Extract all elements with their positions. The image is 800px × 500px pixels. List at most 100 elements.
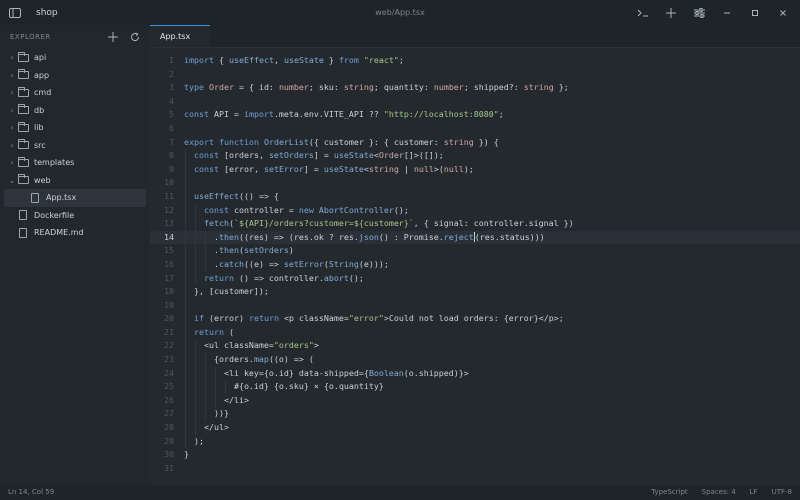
code-line[interactable]: 11 useEffect(() => {	[150, 189, 800, 204]
code-line[interactable]: 26 </li>	[150, 393, 800, 408]
line-number: 5	[169, 109, 174, 120]
line-number: 7	[169, 136, 174, 147]
tree-item-label: src	[34, 140, 46, 150]
line-number: 8	[169, 150, 174, 161]
cursor-position[interactable]: Ln 14, Col 59	[8, 485, 54, 500]
code-line[interactable]: 31	[150, 462, 800, 476]
code-line[interactable]: 14 .then((res) => (res.ok ? res.json() :…	[150, 230, 800, 245]
tree-item-label: README.md	[34, 228, 84, 238]
code-line[interactable]: 4	[150, 95, 800, 109]
code-line[interactable]: 2	[150, 68, 800, 82]
line-text: fetch(`${API}/orders?customer=${customer…	[184, 217, 574, 231]
project-name: shop	[36, 7, 58, 18]
plus-icon[interactable]	[664, 6, 678, 20]
code-line[interactable]: 6	[150, 122, 800, 136]
explorer-header: EXPLORER	[0, 25, 150, 49]
line-code: const controller = new AbortController()…	[203, 204, 409, 215]
tab-app-tsx[interactable]: App.tsx	[150, 25, 210, 47]
new-file-plus-icon[interactable]	[106, 30, 120, 44]
language-mode[interactable]: TypeScript	[651, 485, 687, 500]
tree-item-label: templates	[34, 158, 75, 168]
line-number: 16	[164, 258, 174, 269]
line-number: 13	[164, 218, 174, 229]
folder-icon	[16, 174, 30, 185]
code-line[interactable]: 23 {orders.map((o) => (	[150, 353, 800, 367]
line-code: }	[184, 449, 189, 460]
code-line[interactable]: 13 fetch(`${API}/orders?customer=${custo…	[150, 217, 800, 231]
code-line[interactable]: 21 return (	[150, 325, 800, 340]
line-ending[interactable]: LF	[750, 485, 758, 500]
file-item[interactable]: Dockerfile	[0, 207, 150, 225]
code-editor[interactable]: 1 import { useEffect, useState } from "re…	[150, 47, 800, 485]
file-icon	[28, 192, 42, 203]
refresh-icon[interactable]	[128, 30, 142, 44]
code-line[interactable]: 10	[150, 176, 800, 190]
code-line[interactable]: 27 ))}	[150, 407, 800, 422]
sidebar-toggle-icon[interactable]	[8, 6, 22, 20]
line-code: return () => controller.abort();	[203, 272, 364, 283]
line-text: <li key={o.id} data-shipped={Boolean(o.s…	[184, 366, 469, 381]
line-number: 27	[164, 408, 174, 419]
folder-item[interactable]: › src	[0, 137, 150, 155]
folder-item[interactable]: › db	[0, 102, 150, 120]
line-text: import { useEffect, useState } from "rea…	[184, 54, 404, 68]
line-number: 21	[164, 326, 174, 337]
maximize-icon[interactable]	[748, 6, 762, 20]
line-text: {orders.map((o) => (	[184, 353, 314, 367]
line-text: .then((res) => (res.ok ? res.json() : Pr…	[184, 230, 545, 245]
minimize-icon[interactable]	[720, 6, 734, 20]
code-line[interactable]: 1 import { useEffect, useState } from "re…	[150, 54, 800, 68]
folder-item[interactable]: › templates	[0, 154, 150, 172]
code-line[interactable]: 24 <li key={o.id} data-shipped={Boolean(…	[150, 366, 800, 381]
line-text: #{o.id} {o.sku} × {o.quantity}	[184, 380, 384, 394]
code-line[interactable]: 18 }, [customer]);	[150, 285, 800, 299]
code-line[interactable]: 9 const [error, setError] = useState<str…	[150, 162, 800, 177]
code-line[interactable]: 19	[150, 298, 800, 313]
code-line[interactable]: 20 if (error) return <p className="error…	[150, 312, 800, 326]
code-line[interactable]: 8 const [orders, setOrders] = useState<O…	[150, 149, 800, 163]
code-line[interactable]: 16 .catch((e) => setError(String(e)));	[150, 257, 800, 272]
line-text: if (error) return <p className="error">C…	[184, 312, 564, 326]
code-line[interactable]: 3 type Order = { id: number; sku: string;…	[150, 81, 800, 95]
folder-item[interactable]: ⌄ web	[0, 172, 150, 190]
text-cursor	[473, 232, 475, 243]
code-line[interactable]: 15 .then(setOrders)	[150, 244, 800, 258]
chevron-right-icon: ›	[10, 105, 14, 115]
line-number: 23	[164, 354, 174, 365]
line-number: 11	[164, 190, 174, 201]
code-line[interactable]: 29 );	[150, 434, 800, 449]
code-line[interactable]: 25 #{o.id} {o.sku} × {o.quantity}	[150, 380, 800, 394]
encoding[interactable]: UTF-8	[772, 485, 792, 500]
tree-item-label: db	[34, 105, 45, 115]
line-code: type Order = { id: number; sku: string; …	[184, 82, 569, 93]
line-text: useEffect(() => {	[184, 189, 279, 204]
line-number: 3	[169, 82, 174, 93]
line-text: }, [customer]);	[184, 285, 269, 299]
file-item[interactable]: README.md	[0, 224, 150, 242]
folder-item[interactable]: › api	[0, 49, 150, 67]
folder-item[interactable]: › lib	[0, 119, 150, 137]
explorer-title: EXPLORER	[10, 33, 51, 41]
terminal-icon[interactable]	[636, 6, 650, 20]
line-number: 10	[164, 177, 174, 188]
code-line[interactable]: 28 </ul>	[150, 421, 800, 435]
line-number: 28	[164, 422, 174, 433]
code-line[interactable]: 17 return () => controller.abort();	[150, 271, 800, 286]
file-item[interactable]: App.tsx	[4, 189, 146, 207]
line-code: ))}	[184, 408, 229, 419]
folder-item[interactable]: › cmd	[0, 84, 150, 102]
close-icon[interactable]	[776, 6, 790, 20]
code-line[interactable]: 22 <ul className="orders">	[150, 339, 800, 354]
code-line[interactable]: 7 export function OrderList({ customer }:…	[150, 136, 800, 150]
indentation[interactable]: Spaces: 4	[702, 485, 736, 500]
line-code: if (error) return <p className="error">C…	[194, 313, 564, 324]
code-line[interactable]: 5 const API = import.meta.env.VITE_API ??…	[150, 108, 800, 122]
code-line[interactable]: 12 const controller = new AbortControlle…	[150, 203, 800, 218]
tab-bar: App.tsx	[150, 25, 800, 48]
folder-item[interactable]: › app	[0, 67, 150, 85]
chevron-right-icon: ›	[10, 53, 14, 63]
line-text: const controller = new AbortController()…	[184, 203, 409, 218]
line-text: const [error, setError] = useState<strin…	[184, 162, 474, 177]
code-line[interactable]: 30}	[150, 448, 800, 462]
settings-sliders-icon[interactable]	[692, 6, 706, 20]
